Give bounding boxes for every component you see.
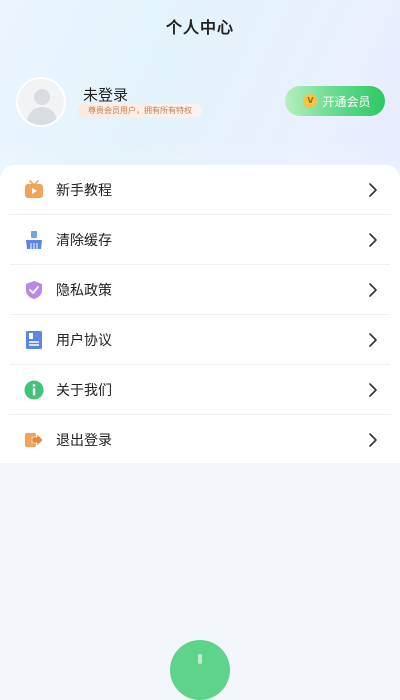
avatar-body-shape [27, 107, 57, 125]
open-membership-label: 开通会员 [322, 94, 371, 109]
chevron-right-icon [369, 233, 377, 247]
username-label[interactable]: 未登录 [83, 84, 128, 105]
chevron-right-icon [369, 283, 377, 297]
floating-action-button[interactable] [170, 640, 230, 700]
broom-icon [26, 231, 42, 249]
menu-item-label: 关于我们 [56, 383, 112, 399]
member-privilege-tag: 尊贵会员用户，拥有所有特权 [78, 104, 202, 117]
menu-item-privacy-policy[interactable]: 隐私政策 [0, 265, 400, 315]
avatar-head-shape [34, 89, 50, 105]
logout-icon [25, 433, 44, 447]
document-icon [26, 331, 42, 349]
chevron-right-icon [369, 383, 377, 397]
menu-item-label: 用户协议 [56, 333, 112, 349]
menu-item-label: 隐私政策 [56, 283, 112, 299]
menu-item-tutorial[interactable]: 新手教程 [0, 165, 400, 215]
chevron-right-icon [369, 433, 377, 447]
menu-card: 新手教程 清除缓存 隐私政策 用户协议 关于我们 退出登录 [0, 165, 400, 463]
menu-item-label: 退出登录 [56, 433, 112, 449]
page-title: 个人中心 [165, 18, 234, 37]
menu-item-about-us[interactable]: 关于我们 [0, 365, 400, 415]
info-icon [24, 380, 44, 400]
chevron-right-icon [369, 333, 377, 347]
open-membership-button[interactable]: V 开通会员 [285, 86, 385, 116]
avatar[interactable] [16, 77, 66, 127]
menu-item-clear-cache[interactable]: 清除缓存 [0, 215, 400, 265]
menu-item-logout[interactable]: 退出登录 [0, 415, 400, 465]
tv-icon [25, 180, 43, 198]
menu-item-user-agreement[interactable]: 用户协议 [0, 315, 400, 365]
menu-item-label: 清除缓存 [56, 233, 112, 249]
chevron-right-icon [369, 183, 377, 197]
shield-icon [26, 281, 42, 299]
menu-item-label: 新手教程 [56, 183, 112, 199]
vip-coin-icon: V [303, 94, 318, 108]
